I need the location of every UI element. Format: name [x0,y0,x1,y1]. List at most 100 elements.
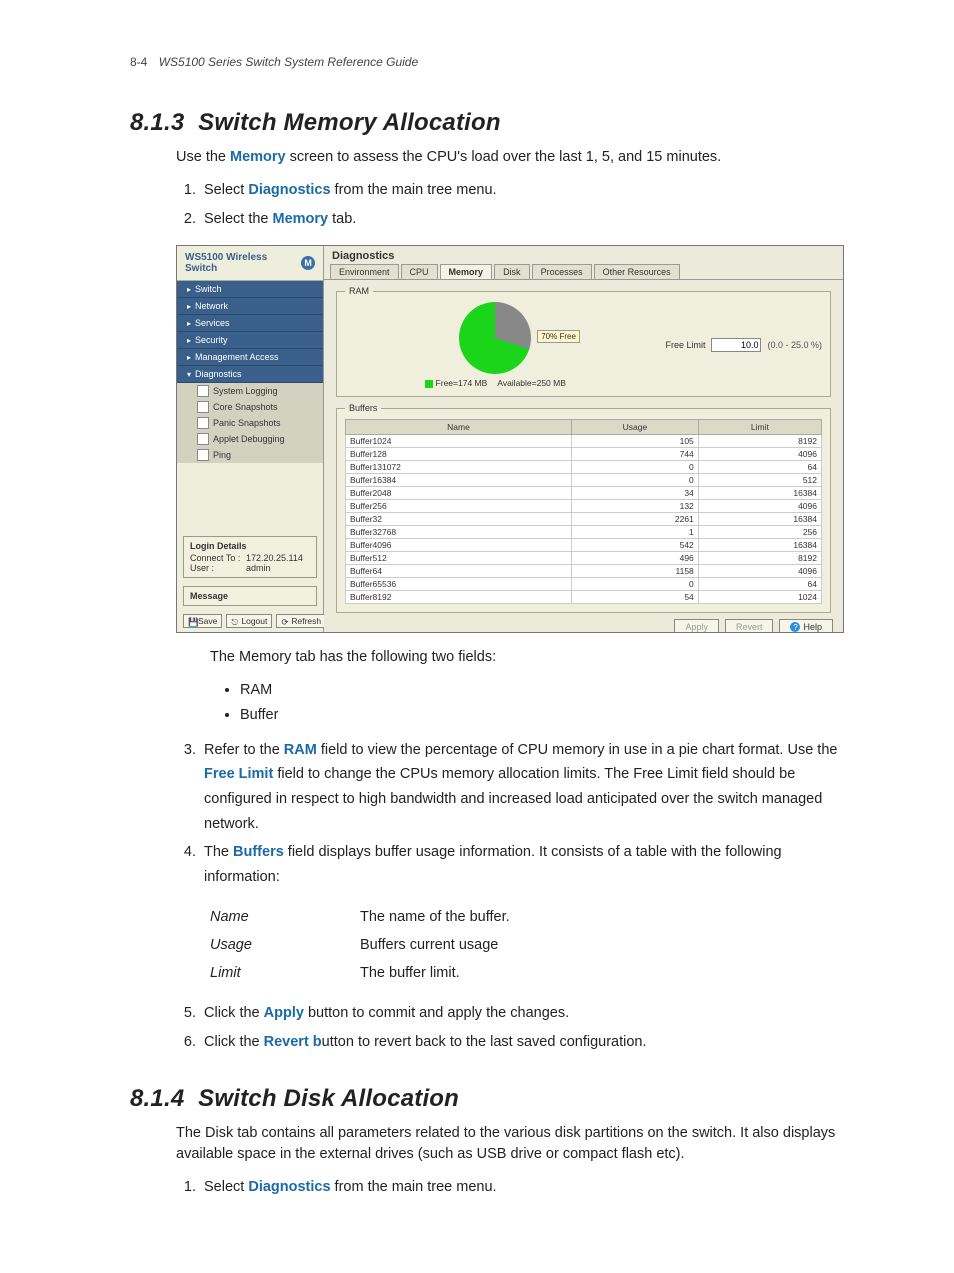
refresh-icon: ⟳ [281,617,289,625]
main-panel: Diagnostics Environment CPU Memory Disk … [324,246,843,632]
nav-network[interactable]: ▸Network [177,298,323,315]
chevron-right-icon: ▸ [187,285,191,294]
nav-mgmt-access[interactable]: ▸Management Access [177,349,323,366]
cell-name: Buffer512 [346,552,572,565]
chevron-right-icon: ▸ [187,302,191,311]
cell-limit: 4096 [698,565,821,578]
subnav-panic[interactable]: Panic Snapshots [177,415,323,431]
product-title: WS5100 Wireless Switch M [177,246,323,281]
col-name[interactable]: Name [346,420,572,435]
cell-name: Buffer16384 [346,474,572,487]
ram-pie-chart: 70% Free [459,302,531,374]
tab-memory[interactable]: Memory [440,264,493,279]
step-4: The Buffers field displays buffer usage … [200,840,854,889]
nav-diagnostics[interactable]: ▾Diagnostics [177,366,323,383]
chevron-right-icon: ▸ [187,336,191,345]
after-shot-text: The Memory tab has the following two fie… [210,647,854,668]
cell-limit: 512 [698,474,821,487]
diagnostics-screenshot: WS5100 Wireless Switch M ▸Switch ▸Networ… [176,245,844,633]
save-button[interactable]: 💾Save [183,614,222,628]
cell-name: Buffer64 [346,565,572,578]
cell-limit: 8192 [698,435,821,448]
table-row[interactable]: Buffer6411584096 [346,565,822,578]
table-row[interactable]: Buffer5124968192 [346,552,822,565]
cell-usage: 542 [572,539,699,552]
table-row[interactable]: Buffer163840512 [346,474,822,487]
cell-limit: 16384 [698,487,821,500]
cell-name: Buffer4096 [346,539,572,552]
nav-switch[interactable]: ▸Switch [177,281,323,298]
legend-swatch-icon [425,380,433,388]
chevron-right-icon: ▸ [187,319,191,328]
table-row[interactable]: Buffer131072064 [346,461,822,474]
subnav-syslog[interactable]: System Logging [177,383,323,399]
cell-name: Buffer32768 [346,526,572,539]
nav-security[interactable]: ▸Security [177,332,323,349]
cell-name: Buffer65536 [346,578,572,591]
table-row[interactable]: Buffer2561324096 [346,500,822,513]
cell-usage: 2261 [572,513,699,526]
free-limit-range: (0.0 - 25.0 %) [767,340,822,350]
table-row[interactable]: Buffer409654216384 [346,539,822,552]
free-limit-label: Free Limit [665,340,705,350]
subnav-ping[interactable]: Ping [177,447,323,463]
free-limit-input[interactable] [711,338,761,352]
pie-callout: 70% Free [537,330,580,343]
subnav-applet[interactable]: Applet Debugging [177,431,323,447]
tab-environment[interactable]: Environment [330,264,399,279]
cell-limit: 4096 [698,500,821,513]
steps-813a: Select Diagnostics from the main tree me… [200,178,854,231]
apply-button[interactable]: Apply [674,619,719,633]
table-row[interactable]: Buffer327681256 [346,526,822,539]
revert-button[interactable]: Revert [725,619,774,633]
buffers-legend: Buffers [345,403,381,413]
cell-limit: 256 [698,526,821,539]
nav-services[interactable]: ▸Services [177,315,323,332]
cell-usage: 496 [572,552,699,565]
cell-limit: 16384 [698,513,821,526]
memory-fields-list: RAM Buffer [240,678,854,727]
cell-limit: 4096 [698,448,821,461]
tabstrip: Environment CPU Memory Disk Processes Ot… [324,264,843,280]
cell-usage: 105 [572,435,699,448]
cell-limit: 1024 [698,591,821,604]
cell-usage: 54 [572,591,699,604]
tab-cpu[interactable]: CPU [401,264,438,279]
save-icon: 💾 [188,617,196,625]
logout-button[interactable]: ⎋Logout [226,614,272,628]
cell-name: Buffer256 [346,500,572,513]
table-row[interactable]: Buffer20483416384 [346,487,822,500]
table-row[interactable]: Buffer1287444096 [346,448,822,461]
table-row[interactable]: Buffer8192541024 [346,591,822,604]
tab-disk[interactable]: Disk [494,264,530,279]
logout-icon: ⎋ [231,617,239,625]
chevron-down-icon: ▾ [187,370,191,379]
table-row[interactable]: Buffer65536064 [346,578,822,591]
tab-other-resources[interactable]: Other Resources [594,264,680,279]
ram-fieldset: RAM 70% Free Free=174 MB Available=250 M… [336,286,831,397]
bullet-ram: RAM [240,678,854,703]
table-row[interactable]: Buffer32226116384 [346,513,822,526]
page-number: 8-4 [130,55,147,69]
subnav-core[interactable]: Core Snapshots [177,399,323,415]
bullet-buffer: Buffer [240,703,854,728]
cell-name: Buffer128 [346,448,572,461]
step-2: Select the Memory tab. [200,207,854,232]
cell-name: Buffer32 [346,513,572,526]
col-limit[interactable]: Limit [698,420,821,435]
pie-legend: Free=174 MB Available=250 MB [425,378,566,388]
cell-usage: 1 [572,526,699,539]
step-1-814: Select Diagnostics from the main tree me… [200,1175,854,1200]
steps-813c: Click the Apply button to commit and app… [200,1001,854,1054]
step-6: Click the Revert button to revert back t… [200,1030,854,1055]
ram-legend: RAM [345,286,373,296]
refresh-button[interactable]: ⟳Refresh [276,614,326,628]
tab-processes[interactable]: Processes [532,264,592,279]
cell-limit: 8192 [698,552,821,565]
cell-usage: 1158 [572,565,699,578]
help-button[interactable]: ? Help [779,619,833,633]
free-limit-control: Free Limit (0.0 - 25.0 %) [665,338,822,352]
col-usage[interactable]: Usage [572,420,699,435]
table-row[interactable]: Buffer10241058192 [346,435,822,448]
steps-814: Select Diagnostics from the main tree me… [200,1175,854,1200]
